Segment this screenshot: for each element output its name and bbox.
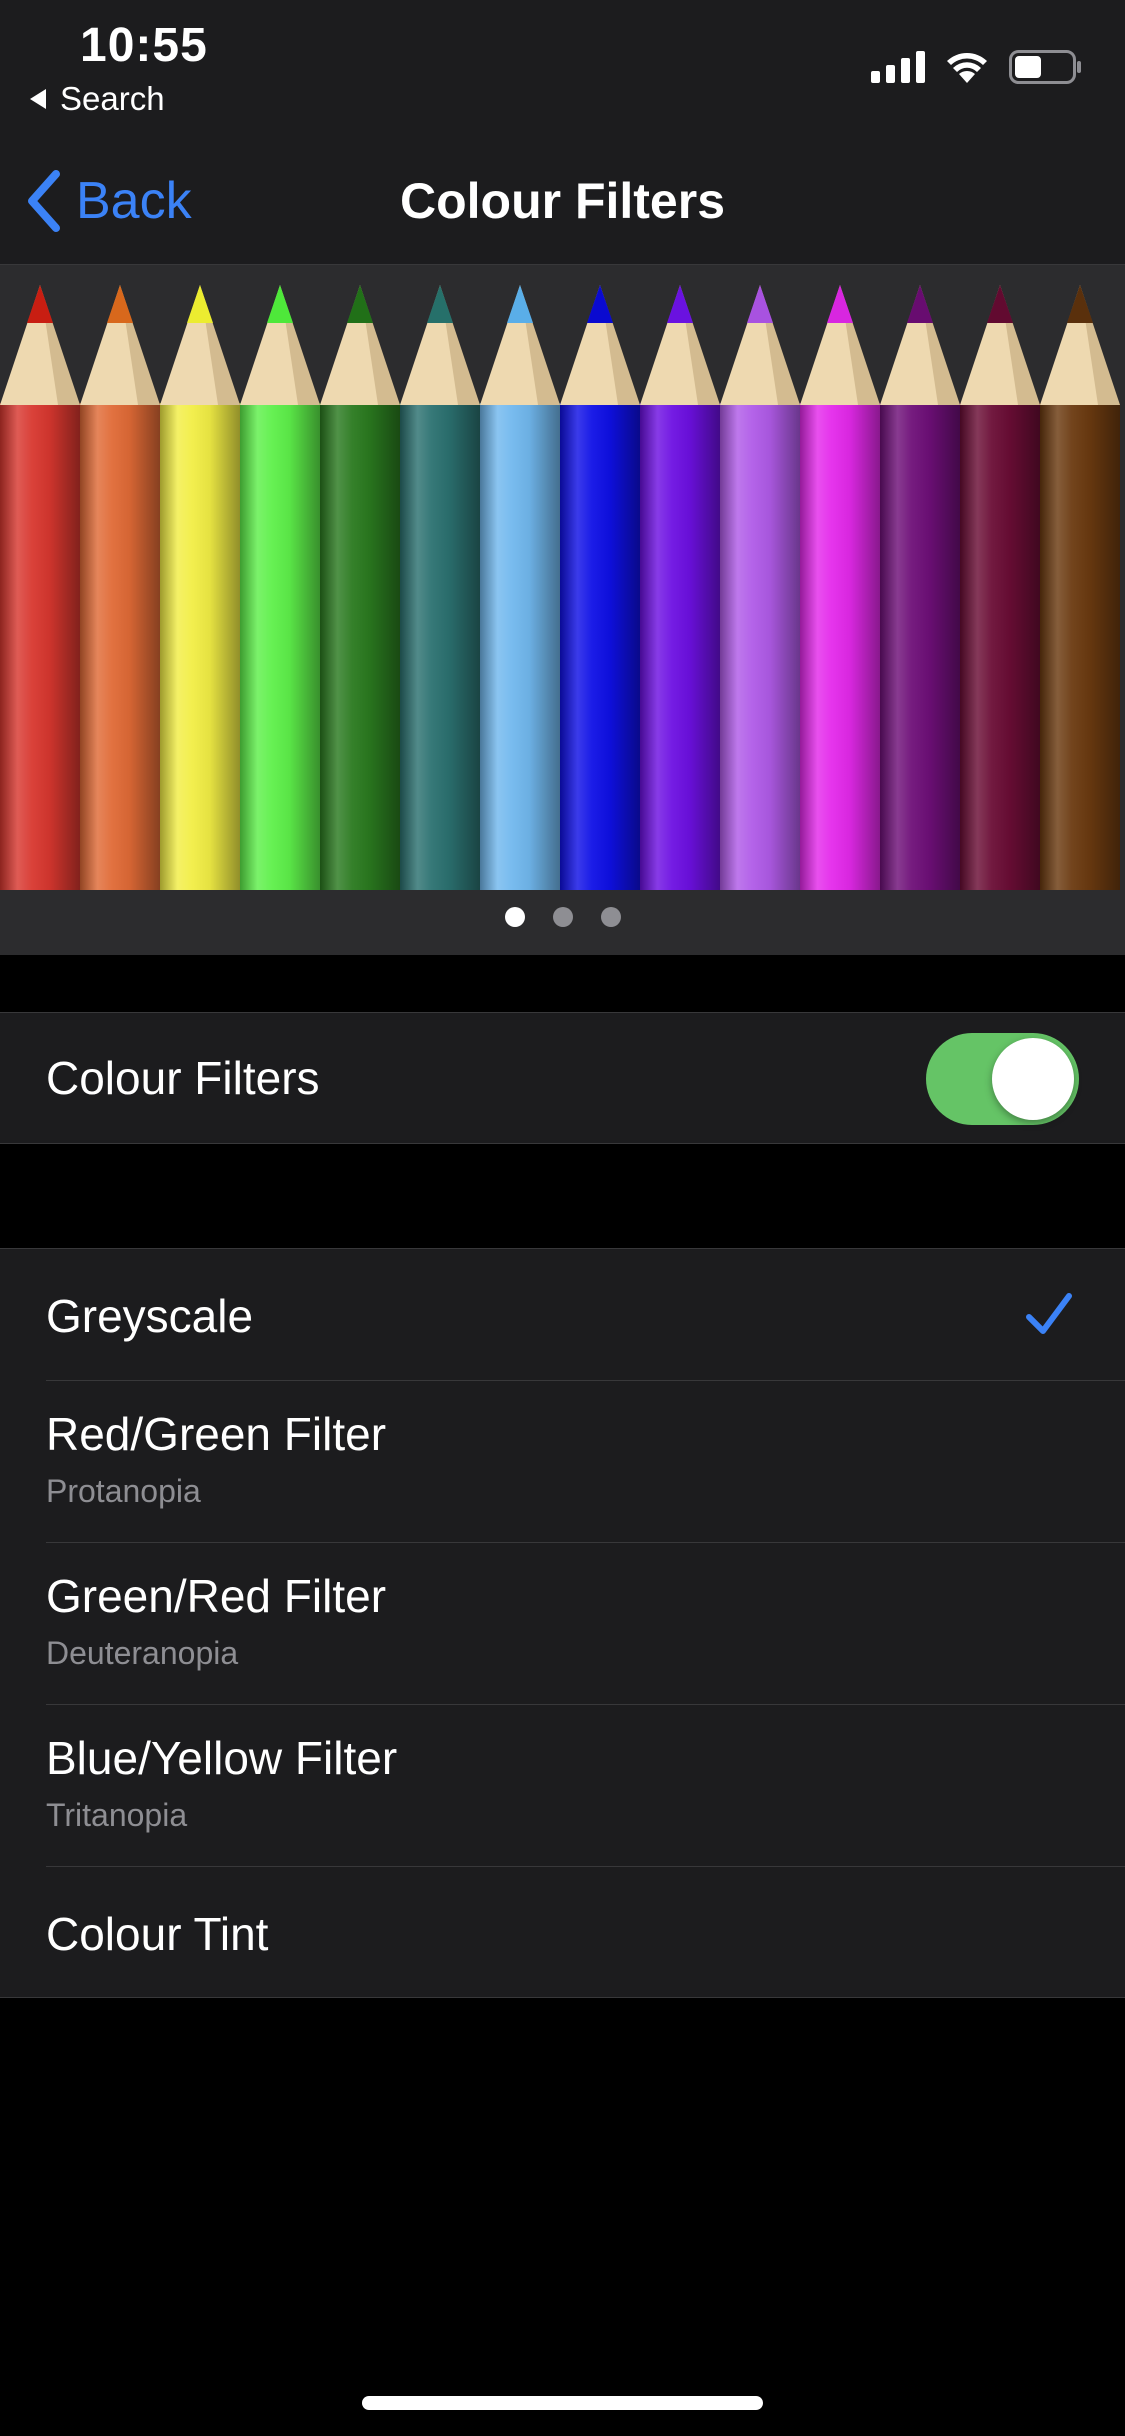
pencil (400, 285, 480, 890)
filter-option-title: Green/Red Filter (46, 1570, 387, 1622)
colour-filters-toggle-row: Colour Filters (0, 1012, 1125, 1144)
navigation-bar: Back Colour Filters (0, 140, 1125, 265)
pencil (560, 285, 640, 890)
filter-option-red-green[interactable]: Red/Green Filter Protanopia (0, 1381, 1125, 1543)
return-to-app-link[interactable]: Search (30, 80, 165, 118)
pencil (800, 285, 880, 890)
pencil (880, 285, 960, 890)
pencil (720, 285, 800, 890)
pencil-image (0, 285, 1125, 890)
page-dot[interactable] (552, 907, 573, 927)
pencil (320, 285, 400, 890)
colour-filters-switch[interactable] (926, 1033, 1079, 1125)
pencil (480, 285, 560, 890)
colour-filters-screen: 10:55 Search Back Colour Filters Colour … (0, 0, 1125, 2436)
filter-option-colour-tint[interactable]: Colour Tint (0, 1867, 1125, 1997)
battery-icon (1009, 50, 1081, 84)
pencil (240, 285, 320, 890)
filter-option-greyscale[interactable]: Greyscale (0, 1249, 1125, 1381)
pencil (960, 285, 1040, 890)
pencil (1040, 285, 1120, 890)
filter-option-subtitle: Deuteranopia (46, 1635, 239, 1671)
status-time: 10:55 (80, 19, 208, 72)
filter-options-list: Greyscale Red/Green Filter Protanopia Gr… (0, 1248, 1125, 1998)
pencil (640, 285, 720, 890)
colour-preview-carousel[interactable] (0, 265, 1125, 955)
filter-option-blue-yellow[interactable]: Blue/Yellow Filter Tritanopia (0, 1705, 1125, 1867)
page-dot[interactable] (504, 907, 525, 927)
status-bar: 10:55 Search (0, 0, 1125, 140)
checkmark-icon (1026, 1293, 1072, 1334)
filter-option-title: Blue/Yellow Filter (46, 1732, 398, 1784)
page-indicator[interactable] (0, 907, 1125, 927)
page-title: Colour Filters (399, 173, 726, 229)
filter-option-title: Greyscale (46, 1290, 254, 1342)
pencil (0, 285, 80, 890)
wifi-icon (947, 53, 987, 83)
filter-option-green-red[interactable]: Green/Red Filter Deuteranopia (0, 1543, 1125, 1705)
filter-option-subtitle: Tritanopia (46, 1797, 188, 1833)
filter-option-subtitle: Protanopia (46, 1473, 201, 1509)
filter-option-title: Colour Tint (46, 1908, 269, 1960)
colour-filters-toggle-label: Colour Filters (46, 1052, 320, 1104)
return-app-label: Search (60, 80, 165, 117)
filter-option-title: Red/Green Filter (46, 1408, 387, 1460)
back-triangle-icon (30, 89, 46, 109)
cellular-signal-icon (871, 51, 925, 83)
pencil (160, 285, 240, 890)
page-dot[interactable] (600, 907, 621, 927)
pencil (80, 285, 160, 890)
status-icons (871, 50, 1083, 84)
home-indicator[interactable] (362, 2396, 763, 2410)
switch-knob (992, 1038, 1074, 1120)
